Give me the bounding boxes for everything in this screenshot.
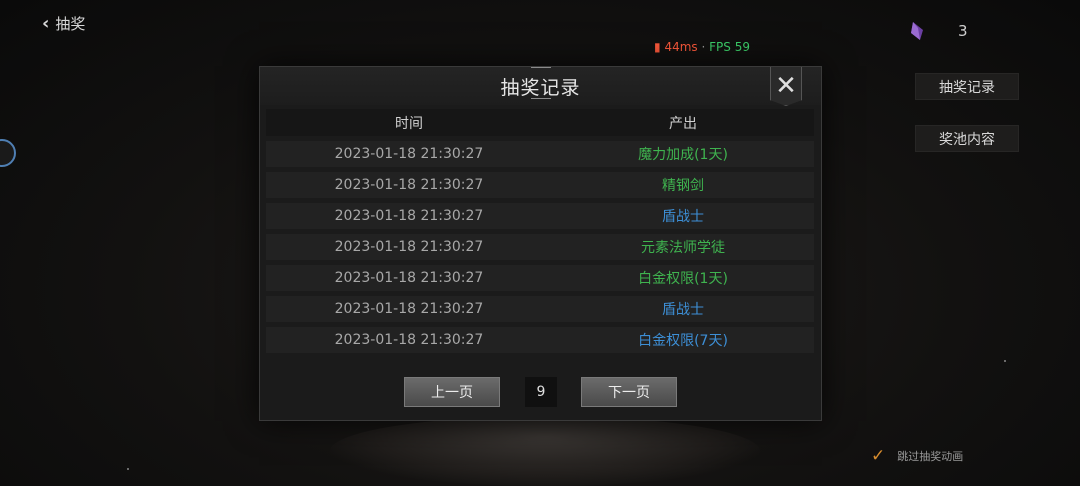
row-time: 2023-01-18 21:30:27 (334, 332, 484, 348)
table-header: 时间 产出 (266, 109, 814, 136)
pedestal-floor (330, 416, 760, 486)
draw-records-modal: 抽奖记录 ✕ 时间 产出 2023-01-18 21:30:27 魔力加成(1天)… (259, 66, 822, 421)
signal-bars-icon: ▮ (654, 40, 661, 54)
back-button[interactable]: ‹ 抽奖 (42, 13, 85, 34)
network-status: ▮ 44ms · FPS 59 (654, 40, 750, 54)
skip-animation-toggle[interactable]: ✓ 跳过抽奖动画 (871, 446, 963, 466)
records-table: 时间 产出 2023-01-18 21:30:27 魔力加成(1天) 2023-01… (266, 109, 814, 353)
column-header-output: 产出 (669, 115, 697, 132)
checkmark-icon[interactable]: ✓ (871, 446, 885, 466)
row-output: 白金权限(7天) (638, 333, 728, 349)
latency-text: 44ms (664, 40, 698, 54)
page-number: 9 (525, 377, 557, 407)
prev-page-button[interactable]: 上一页 (404, 377, 500, 407)
currency-count: 3 (958, 22, 968, 40)
row-output: 盾战士 (662, 209, 704, 225)
close-icon: ✕ (775, 71, 797, 101)
ornament-icon (530, 63, 551, 68)
row-time: 2023-01-18 21:30:27 (334, 239, 484, 255)
table-row: 2023-01-18 21:30:27 白金权限(7天) (266, 327, 814, 353)
table-row: 2023-01-18 21:30:27 元素法师学徒 (266, 234, 814, 260)
table-row: 2023-01-18 21:30:27 盾战士 (266, 203, 814, 229)
close-button[interactable]: ✕ (770, 67, 802, 106)
row-time: 2023-01-18 21:30:27 (334, 177, 484, 193)
modal-title: 抽奖记录 (500, 76, 581, 99)
table-row: 2023-01-18 21:30:27 白金权限(1天) (266, 265, 814, 291)
row-time: 2023-01-18 21:30:27 (334, 270, 484, 286)
sparkle-dot (1004, 360, 1006, 362)
row-time: 2023-01-18 21:30:27 (334, 301, 484, 317)
fps-text: FPS 59 (709, 40, 750, 54)
row-time: 2023-01-18 21:30:27 (334, 208, 484, 224)
next-page-button[interactable]: 下一页 (581, 377, 677, 407)
row-output: 白金权限(1天) (638, 271, 728, 287)
row-time: 2023-01-18 21:30:27 (334, 146, 484, 162)
pagination: 上一页 9 下一页 (260, 377, 821, 407)
sparkle-dot (127, 468, 129, 470)
table-row: 2023-01-18 21:30:27 精钢剑 (266, 172, 814, 198)
row-output: 元素法师学徒 (641, 240, 725, 256)
column-header-time: 时间 (395, 115, 423, 132)
table-row: 2023-01-18 21:30:27 魔力加成(1天) (266, 141, 814, 167)
separator-text: · (701, 40, 706, 54)
draw-records-button[interactable]: 抽奖记录 (915, 73, 1019, 100)
back-label: 抽奖 (55, 15, 86, 33)
purple-crystal-icon (911, 22, 923, 40)
chevron-left-icon: ‹ (42, 13, 50, 34)
modal-header: 抽奖记录 ✕ (260, 67, 821, 106)
row-output: 精钢剑 (662, 178, 704, 194)
table-row: 2023-01-18 21:30:27 盾战士 (266, 296, 814, 322)
ornament-icon (530, 98, 551, 103)
row-output: 盾战士 (662, 302, 704, 318)
row-output: 魔力加成(1天) (638, 147, 728, 163)
prize-pool-button[interactable]: 奖池内容 (915, 125, 1019, 152)
left-edge-tab[interactable] (0, 139, 16, 167)
skip-animation-label: 跳过抽奖动画 (897, 450, 964, 463)
